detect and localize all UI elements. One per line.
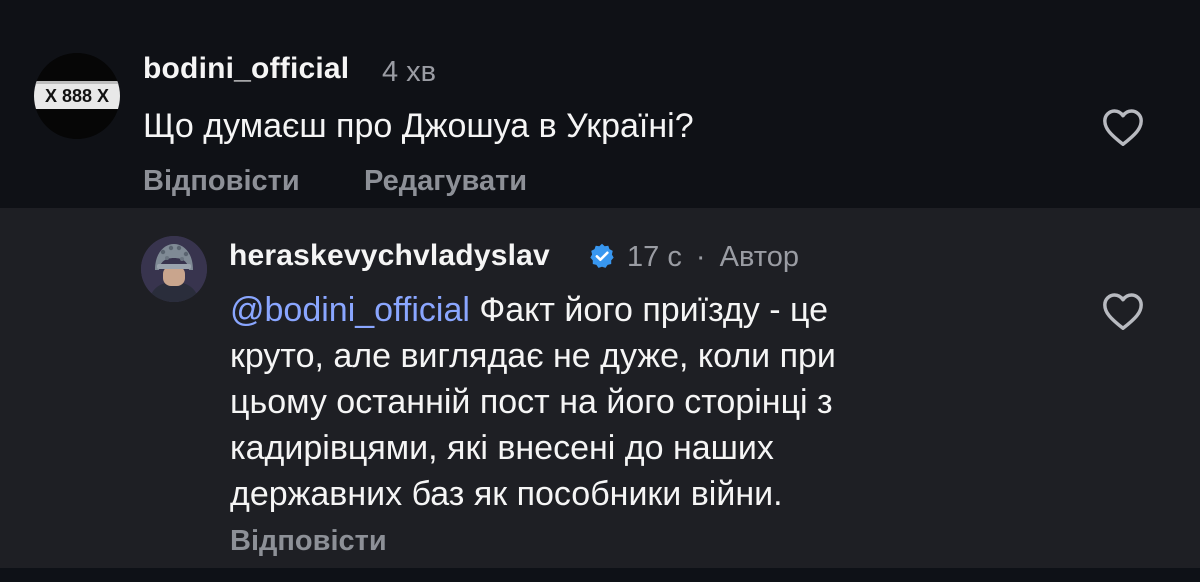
- bottom-divider: [0, 568, 1200, 582]
- plate-text: X 888 X: [45, 86, 109, 106]
- separator-dot: ·: [695, 241, 706, 273]
- reply-text: @bodini_official Факт його приїзду - це …: [230, 287, 836, 517]
- verified-badge-icon: [588, 242, 616, 270]
- reply-button[interactable]: Відповісти: [143, 165, 300, 198]
- reply-avatar[interactable]: [141, 236, 207, 302]
- reply-text-line: круто, але виглядає не дуже, коли при: [230, 337, 836, 375]
- author-label: Автор: [719, 241, 799, 273]
- reply-text-line: кадирівцями, які внесені до наших: [230, 429, 774, 467]
- comment-text: Що думаєш про Джошуа в Україні?: [143, 107, 694, 145]
- avatar[interactable]: X 888 X: [34, 53, 120, 139]
- edit-button[interactable]: Редагувати: [364, 165, 527, 198]
- license-plate-avatar-icon: X 888 X: [34, 53, 120, 139]
- reply-button[interactable]: Відповісти: [230, 525, 387, 558]
- helmet-person-avatar-icon: [141, 236, 207, 302]
- reply-text-line: @bodini_official Факт його приїзду - це: [230, 287, 836, 333]
- like-icon[interactable]: [1101, 107, 1145, 147]
- reply-time: 17 с · Автор: [627, 241, 799, 274]
- comment-top: X 888 X bodini_official 4 хв Що думаєш п…: [0, 0, 1200, 208]
- reply-text-line: цьому останній пост на його сторінці з: [230, 383, 833, 421]
- reply-time-value: 17 с: [627, 241, 682, 273]
- reply-username[interactable]: heraskevychvladyslav: [229, 239, 550, 273]
- reply-text-line: державних баз як пособники війни.: [230, 475, 783, 513]
- comment-time: 4 хв: [382, 56, 437, 88]
- comment-username[interactable]: bodini_official: [143, 52, 349, 86]
- reply-text-segment: Факт його приїзду - це: [469, 291, 828, 329]
- like-icon[interactable]: [1101, 291, 1145, 331]
- mention-link[interactable]: @bodini_official: [230, 291, 470, 329]
